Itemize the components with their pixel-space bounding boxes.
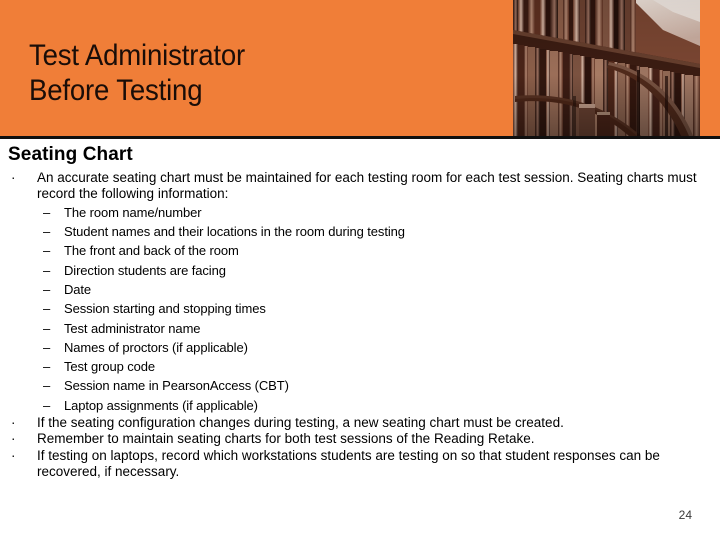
slide-content: Seating Chart · An accurate seating chart… [0, 139, 720, 540]
sub-bullet-item: – The front and back of the room [0, 241, 720, 260]
sub-bullet-item: – Test group code [0, 357, 720, 376]
bullet-text: Laptop assignments (if applicable) [64, 397, 258, 413]
bullet-item: · Remember to maintain seating charts for… [0, 431, 720, 447]
bullet-text: Date [64, 282, 92, 297]
sub-bullet-item: – Test administrator name [0, 319, 720, 338]
bullet-marker-dash-icon: – [43, 224, 51, 240]
bullet-marker-dot-icon: · [11, 447, 16, 463]
bullet-marker-dot-icon: · [11, 170, 16, 185]
bullet-marker-dot-icon: · [11, 415, 16, 431]
bullet-text: Session starting and stopping times [64, 301, 266, 317]
bullet-text: Test group code [64, 359, 156, 375]
sub-bullet-item: – Names of proctors (if applicable) [0, 338, 720, 357]
bullet-marker-dash-icon: – [43, 359, 51, 375]
sub-bullet-item: – Laptop assignments (if applicable) [0, 396, 720, 415]
bullet-text: Remember to maintain seating charts for … [37, 431, 535, 447]
bullet-marker-dash-icon: – [43, 339, 51, 355]
bullet-item: · If the seating configuration changes du… [0, 415, 720, 431]
bullet-text: Student names and their locations in the… [64, 224, 405, 240]
sub-bullet-item: – Direction students are facing [0, 261, 720, 280]
bullet-text: Test administrator name [64, 320, 201, 336]
bullet-marker-dot-icon: · [11, 431, 16, 447]
bullet-text: The room name/number [64, 204, 202, 220]
bullet-text: Direction students are facing [64, 262, 226, 278]
bullet-marker-dash-icon: – [43, 320, 51, 336]
bullet-marker-dash-icon: – [43, 204, 51, 220]
bullet-text: Session name in PearsonAccess (CBT) [64, 378, 289, 394]
bullet-text: An accurate seating chart must be mainta… [37, 170, 697, 202]
bullet-text: The front and back of the room [64, 243, 239, 259]
bullet-marker-dash-icon: – [43, 243, 51, 259]
page-number: 24 [678, 508, 692, 522]
bullet-list: · An accurate seating chart must be maint… [0, 170, 720, 481]
bullet-marker-dash-icon: – [43, 282, 51, 297]
bullet-marker-dash-icon: – [43, 301, 51, 317]
sub-bullet-item: – Session name in PearsonAccess (CBT) [0, 376, 720, 395]
sub-bullet-item: – Date [0, 280, 720, 299]
bullet-item: · An accurate seating chart must be maint… [0, 170, 720, 203]
bullet-text: Names of proctors (if applicable) [64, 339, 248, 355]
page-title: Test Administrator Before Testing [29, 39, 246, 107]
sub-bullet-item: – The room name/number [0, 203, 720, 222]
section-heading: Seating Chart [8, 144, 133, 165]
slide-header-banner: Test Administrator Before Testing [0, 0, 720, 137]
bullet-marker-dash-icon: – [43, 262, 51, 278]
sub-bullet-item: – Session starting and stopping times [0, 299, 720, 318]
library-bookshelves-photo [513, 0, 700, 136]
bullet-item: · If testing on laptops, record which wor… [0, 448, 720, 481]
bullet-text: If testing on laptops, record which work… [37, 447, 660, 480]
sub-bullet-item: – Student names and their locations in th… [0, 222, 720, 241]
bullet-text: If the seating configuration changes dur… [37, 415, 564, 431]
bullet-marker-dash-icon: – [43, 397, 51, 413]
bullet-marker-dash-icon: – [43, 378, 51, 394]
